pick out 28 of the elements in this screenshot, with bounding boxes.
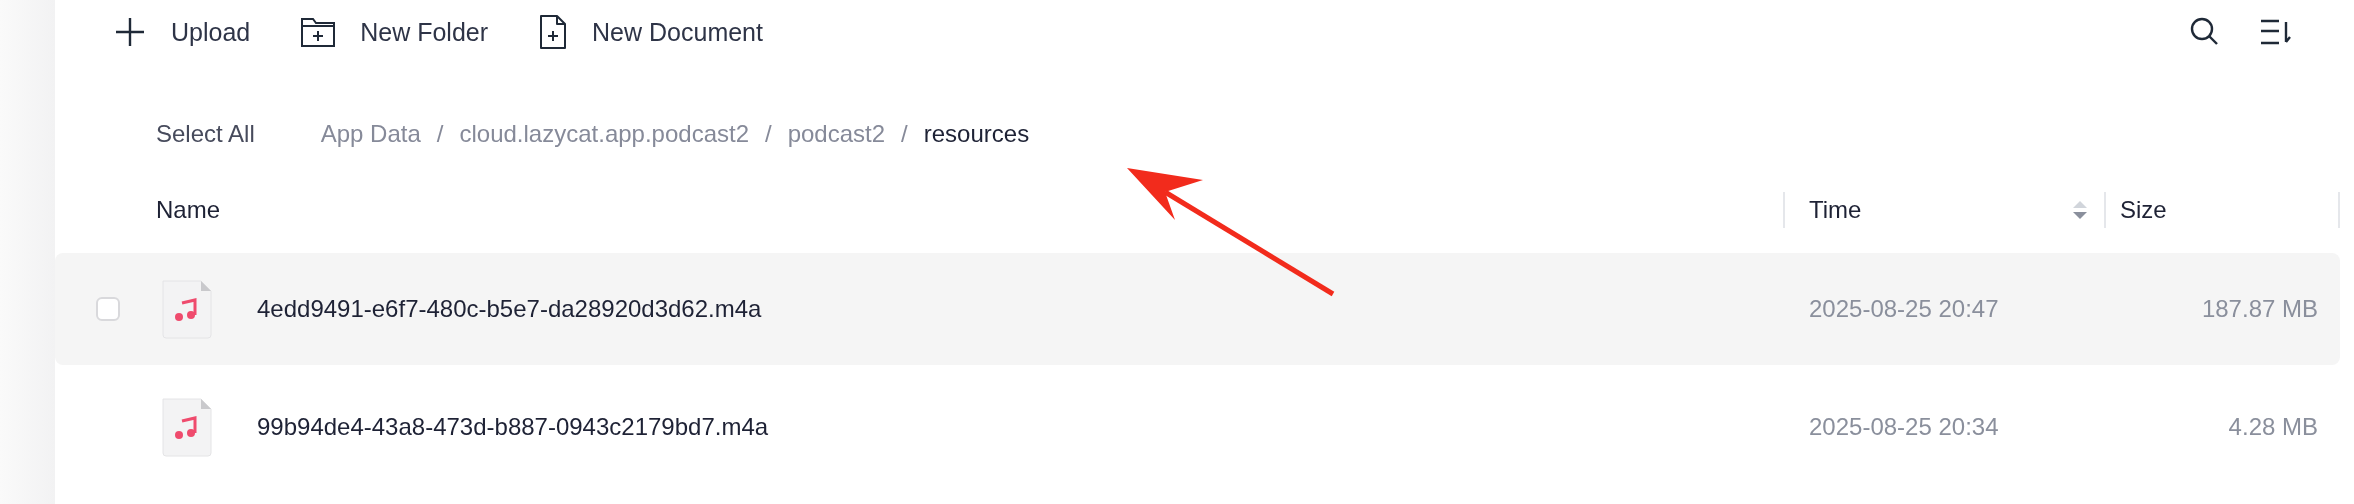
file-size: 187.87 MB: [2201, 295, 2318, 322]
sort-icon[interactable]: [2260, 19, 2292, 45]
checkbox[interactable]: [96, 297, 120, 321]
column-header[interactable]: Name: [156, 196, 221, 224]
file-time: 2025-08-25 20:34: [1809, 413, 1999, 440]
music-file-icon: [161, 279, 213, 339]
folder-plus-icon: [300, 16, 337, 48]
file-row[interactable]: 99b94de4-43a8-473d-b887-0943c2179bd7.m4a 2025-08-25 20:34 4.28 MB: [55, 371, 2340, 483]
breadcrumb-separator: /: [765, 120, 772, 148]
file-row[interactable]: 4edd9491-e6f7-480c-b5e7-da28920d3d62.m4a 2025-08-25 20:47 187.87 MB: [55, 253, 2340, 365]
file-time: 2025-08-25 20:47: [1809, 295, 1999, 322]
document-plus-icon: [538, 14, 569, 50]
column-header[interactable]: Time: [1809, 196, 1862, 224]
music-file-icon: [161, 397, 213, 457]
file-name: 99b94de4-43a8-473d-b887-0943c2179bd7.m4a: [257, 413, 769, 441]
upload-button[interactable]: Upload: [113, 15, 251, 49]
file-name: 4edd9491-e6f7-480c-b5e7-da28920d3d62.m4a: [257, 295, 762, 323]
sort-arrows-icon[interactable]: [2072, 200, 2088, 220]
breadcrumb-separator: /: [436, 120, 444, 148]
breadcrumb-separator: /: [901, 120, 908, 148]
breadcrumb-item[interactable]: resources: [923, 120, 1030, 148]
folder-button[interactable]: New Folder: [300, 16, 489, 48]
plus-icon: [113, 15, 147, 49]
search-icon[interactable]: [2190, 17, 2220, 47]
column-header[interactable]: Size: [2120, 196, 2167, 224]
file-size: 4.28 MB: [2228, 413, 2318, 440]
document-button[interactable]: New Document: [538, 14, 763, 50]
select-all-link[interactable]: Select All: [156, 120, 255, 148]
